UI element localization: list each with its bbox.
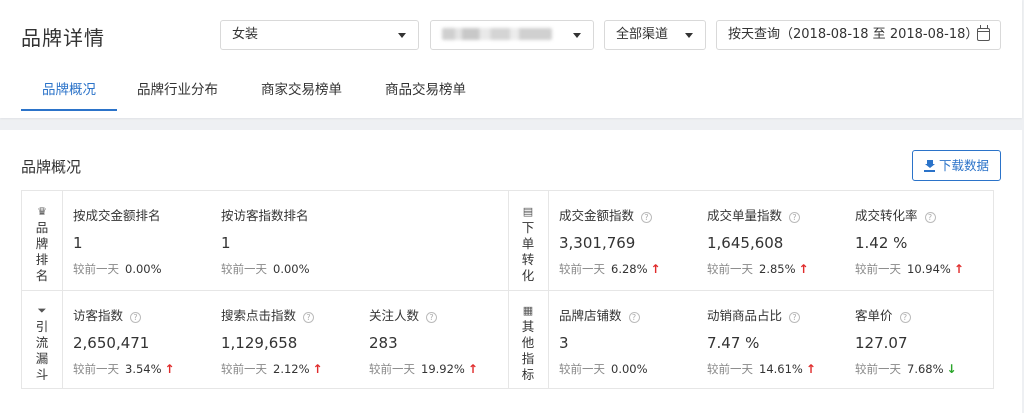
chevron-down-icon xyxy=(685,33,693,38)
download-icon xyxy=(925,160,935,170)
channel-select[interactable]: 全部渠道 xyxy=(604,20,706,50)
metric-search-click-index: 搜索点击指数? 1,129,658 较前一天 2.12% ↑ xyxy=(221,308,323,376)
help-icon[interactable]: ? xyxy=(303,312,315,323)
metric-visitor-rank: 按访客指数排名 1 较前一天 0.00% xyxy=(221,208,310,276)
metric-visitor-index: 访客指数? 2,650,471 较前一天 3.54% ↑ xyxy=(73,308,175,376)
help-icon[interactable]: ? xyxy=(789,212,801,223)
overview-metrics-grid: ♛ 品牌排名 按成交金额排名 1 较前一天 0.00% 按访客指数排名 1 较前一… xyxy=(21,190,994,389)
metric-conversion-rate: 成交转化率? 1.42 % 较前一天 10.94% ↑ xyxy=(855,208,964,276)
crown-icon: ♛ xyxy=(37,205,47,218)
funnel-icon: ⏷ xyxy=(37,304,47,317)
metric-avg-order-value: 客单价? 127.07 较前一天 7.68% ↓ xyxy=(855,308,957,376)
chevron-down-icon xyxy=(398,33,406,38)
download-data-button[interactable]: 下载数据 xyxy=(912,150,1001,181)
download-button-label: 下载数据 xyxy=(939,158,990,173)
metric-store-count: 品牌店铺数? 3 较前一天 0.00% xyxy=(559,308,648,376)
trend-up-icon: ↑ xyxy=(650,262,661,276)
section-label-rank: ♛ 品牌排名 xyxy=(22,205,62,284)
tab-brand-overview[interactable]: 品牌概况 xyxy=(21,70,117,111)
category-select-value: 女装 xyxy=(232,27,259,42)
brand-overview-panel: 品牌概况 下载数据 ♛ 品牌排名 按成交金额排名 1 较前一天 0.00% 按访客… xyxy=(0,130,1022,413)
chevron-down-icon xyxy=(573,33,581,38)
trend-down-icon: ↓ xyxy=(946,362,957,376)
help-icon[interactable]: ? xyxy=(130,312,142,323)
grid-icon: ▦ xyxy=(522,304,534,317)
tab-merchant-ranking[interactable]: 商家交易榜单 xyxy=(261,70,342,110)
trend-up-icon: ↑ xyxy=(798,262,809,276)
channel-select-value: 全部渠道 xyxy=(616,27,669,42)
trend-up-icon: ↑ xyxy=(805,362,816,376)
date-range-value: 按天查询（2018-08-18 至 2018-08-18） xyxy=(728,27,979,42)
category-select[interactable]: 女装 xyxy=(220,20,419,50)
section-label-conversion: ▤ 下单转化 xyxy=(508,205,548,284)
document-icon: ▤ xyxy=(522,205,534,218)
metric-order-count-index: 成交单量指数? 1,645,608 较前一天 2.85% ↑ xyxy=(707,208,809,276)
help-icon[interactable]: ? xyxy=(789,312,801,323)
panel-title: 品牌概况 xyxy=(21,158,82,176)
help-icon[interactable]: ? xyxy=(641,212,653,223)
metric-gmv-index: 成交金额指数? 3,301,769 较前一天 6.28% ↑ xyxy=(559,208,661,276)
trend-up-icon: ↑ xyxy=(953,262,964,276)
page-header: 品牌详情 女装 全部渠道 按天查询（2018-08-18 至 2018-08-1… xyxy=(0,0,1022,118)
help-icon[interactable]: ? xyxy=(426,312,438,323)
trend-up-icon: ↑ xyxy=(164,362,175,376)
help-icon[interactable]: ? xyxy=(628,312,640,323)
section-label-other: ▦ 其他指标 xyxy=(508,304,548,383)
section-label-traffic: ⏷ 引流漏斗 xyxy=(22,304,62,383)
page-title: 品牌详情 xyxy=(21,26,105,50)
trend-up-icon: ↑ xyxy=(467,362,478,376)
tab-brand-industry[interactable]: 品牌行业分布 xyxy=(137,70,218,110)
brand-select-value-masked xyxy=(442,27,552,40)
date-range-picker[interactable]: 按天查询（2018-08-18 至 2018-08-18） xyxy=(716,20,1001,50)
tab-product-ranking[interactable]: 商品交易榜单 xyxy=(385,70,466,110)
metric-sales-rank: 按成交金额排名 1 较前一天 0.00% xyxy=(73,208,162,276)
calendar-icon xyxy=(977,25,990,41)
help-icon[interactable]: ? xyxy=(924,212,936,223)
trend-up-icon: ↑ xyxy=(312,362,323,376)
help-icon[interactable]: ? xyxy=(899,312,911,323)
brand-select[interactable] xyxy=(430,20,594,50)
metric-sell-through-ratio: 动销商品占比? 7.47 % 较前一天 14.61% ↑ xyxy=(707,308,816,376)
metric-followers: 关注人数? 283 较前一天 19.92% ↑ xyxy=(369,308,478,376)
